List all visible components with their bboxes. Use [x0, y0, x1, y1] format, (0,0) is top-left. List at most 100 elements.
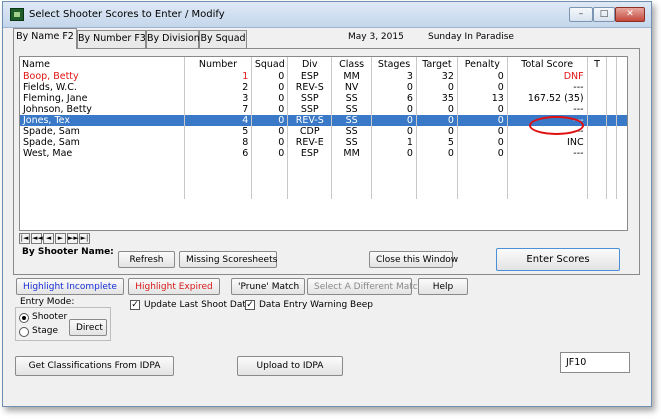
tab-by-squad[interactable]: By Squad — [199, 30, 247, 48]
col-header-total-score[interactable]: Total Score — [506, 57, 588, 71]
missing-scoresheets-button[interactable]: Missing Scoresheets — [179, 251, 277, 268]
cell-t — [586, 148, 607, 159]
table-row[interactable]: Fields, W.C. 2 0 REV-S NV 0 0 0 --- — [20, 82, 627, 93]
cell-stages: 0 — [371, 115, 417, 126]
cell-number: 4 — [183, 115, 252, 126]
stage-radio-label: Stage — [32, 326, 59, 336]
col-header-t[interactable]: T — [586, 57, 607, 71]
col-header-div[interactable]: Div — [287, 57, 332, 71]
nav-next-icon[interactable]: ► — [55, 233, 66, 244]
col-header-extra — [606, 57, 617, 71]
cell-div: REV-S — [287, 82, 332, 93]
cell-extra — [606, 71, 617, 82]
update-last-shoot-date-checkbox[interactable]: ✓ — [130, 300, 140, 310]
cell-total-score: --- — [506, 148, 588, 159]
cell-extra — [606, 104, 617, 115]
cell-div: ESP — [287, 71, 332, 82]
maximize-button[interactable]: □ — [593, 7, 615, 22]
close-button[interactable]: ✕ — [615, 7, 645, 22]
cell-class: MM — [331, 71, 372, 82]
tab-by-name[interactable]: By Name F2 — [13, 28, 77, 49]
tab-by-number[interactable]: By Number F3 — [77, 30, 146, 48]
cell-t — [586, 104, 607, 115]
cell-name: Jones, Tex — [20, 115, 185, 126]
cell-target: 0 — [415, 104, 458, 115]
shooter-radio[interactable] — [19, 313, 29, 323]
highlight-expired-button[interactable]: Highlight Expired — [128, 278, 220, 295]
cell-squad: 0 — [251, 137, 288, 148]
cell-name: Spade, Sam — [23, 126, 80, 137]
cell-penalty: 0 — [456, 115, 508, 126]
nav-last-icon[interactable]: ►| — [79, 233, 90, 244]
nav-first-icon[interactable]: |◄ — [19, 233, 30, 244]
nav-prev-icon[interactable]: ◄ — [43, 233, 54, 244]
title-bar[interactable]: Select Shooter Scores to Enter / Modify … — [3, 2, 651, 28]
match-date: May 3, 2015 — [348, 32, 404, 42]
cell-name: Spade, Sam — [23, 137, 80, 148]
refresh-button[interactable]: Refresh — [118, 251, 175, 268]
help-button[interactable]: Help — [418, 278, 468, 295]
table-row[interactable]: Boop, Betty 1 0 ESP MM 3 32 0 DNF — [20, 71, 627, 82]
cell-t — [586, 115, 607, 126]
shooter-grid[interactable]: Name Number Squad Div Class Stages Targe… — [19, 56, 628, 231]
col-header-penalty[interactable]: Penalty — [456, 57, 508, 71]
cell-penalty: 0 — [456, 71, 508, 82]
cell-stages: 3 — [371, 71, 417, 82]
cell-extra — [616, 71, 627, 82]
stage-radio[interactable] — [19, 327, 29, 337]
cell-target: 0 — [415, 126, 458, 137]
nav-next-page-icon[interactable]: ►► — [67, 233, 79, 244]
minimize-button[interactable]: – — [569, 7, 593, 22]
nav-prev-page-icon[interactable]: ◄◄ — [31, 233, 43, 244]
cell-extra — [616, 104, 627, 115]
cell-extra — [616, 93, 627, 104]
col-header-squad[interactable]: Squad — [251, 57, 288, 71]
cell-total-score: --- — [506, 82, 588, 93]
data-entry-warning-beep-checkbox[interactable]: ✓ — [245, 300, 255, 310]
cell-stages: 0 — [371, 104, 417, 115]
col-header-class[interactable]: Class — [331, 57, 372, 71]
cell-total-score: DNF — [506, 71, 588, 82]
table-row[interactable]: Johnson, Betty 7 0 SSP SS 0 0 0 --- — [20, 104, 627, 115]
direct-button[interactable]: Direct — [69, 319, 107, 336]
table-row-empty — [20, 159, 627, 199]
select-different-match-button[interactable]: Select A Different Match — [307, 278, 423, 295]
cell-squad: 0 — [251, 82, 288, 93]
cell-class: NV — [331, 82, 372, 93]
code-field[interactable]: JF10 — [560, 352, 630, 373]
cell-extra — [606, 115, 617, 126]
cell-number: 8 — [183, 137, 252, 148]
cell-name: West, Mae — [23, 148, 73, 159]
table-row[interactable]: Spade, Sam 8 0 REV-E SS 1 5 0 INC — [20, 137, 627, 148]
close-window-button[interactable]: Close this Window — [369, 251, 458, 268]
cell-class: SS — [331, 137, 372, 148]
by-shooter-name-label: By Shooter Name: — [22, 247, 114, 257]
cell-stages: 6 — [371, 93, 417, 104]
prune-match-button[interactable]: 'Prune' Match — [231, 278, 305, 295]
table-row[interactable]: Fleming, Jane 3 0 SSP SS 6 35 13 167.52 … — [20, 93, 627, 104]
table-row[interactable]: West, Mae 6 0 ESP MM 0 0 0 --- — [20, 148, 627, 159]
cell-extra — [616, 115, 627, 126]
col-header-stages[interactable]: Stages — [371, 57, 417, 71]
match-name: Sunday In Paradise — [428, 32, 514, 42]
cell-target: 0 — [415, 148, 458, 159]
cell-class: SS — [331, 115, 372, 126]
upload-to-idpa-button[interactable]: Upload to IDPA — [237, 356, 343, 376]
cell-total-score: INC — [506, 137, 588, 148]
cell-name: Fleming, Jane — [23, 93, 88, 104]
cell-div: CDP — [287, 126, 332, 137]
tab-by-division[interactable]: By Division — [146, 30, 200, 48]
update-last-shoot-date-label: Update Last Shoot Date — [144, 300, 252, 310]
data-entry-warning-beep-label: Data Entry Warning Beep — [259, 300, 373, 310]
col-header-number[interactable]: Number — [183, 57, 252, 71]
cell-target: 5 — [415, 137, 458, 148]
cell-class: SS — [331, 104, 372, 115]
enter-scores-button[interactable]: Enter Scores — [496, 248, 620, 271]
get-classifications-button[interactable]: Get Classifications From IDPA — [15, 356, 174, 376]
highlight-incomplete-button[interactable]: Highlight Incomplete — [16, 278, 124, 295]
col-header-name[interactable]: Name — [20, 57, 184, 71]
cell-stages: 0 — [371, 126, 417, 137]
cell-extra — [606, 148, 617, 159]
cell-target: 35 — [415, 93, 458, 104]
col-header-target[interactable]: Target — [415, 57, 458, 71]
